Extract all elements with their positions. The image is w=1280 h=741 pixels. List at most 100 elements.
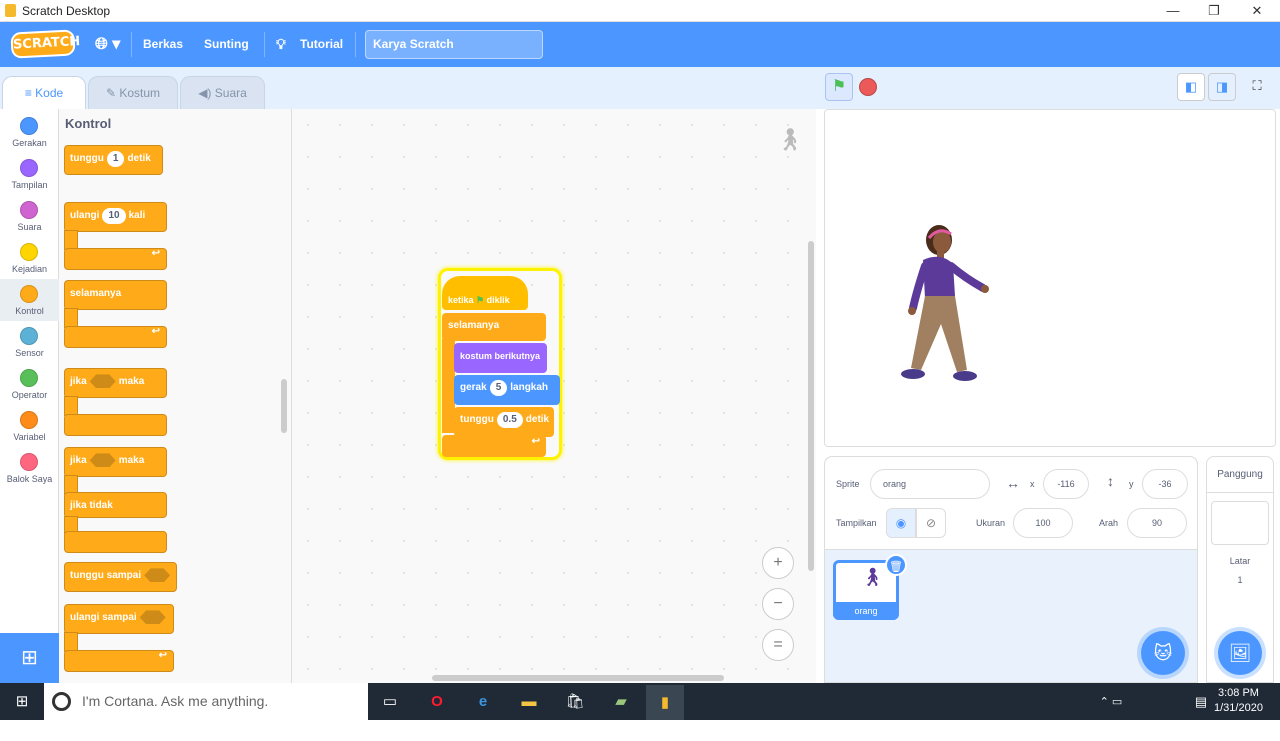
windows-taskbar: ⊞ I'm Cortana. Ask me anything. ▭ O e ▬ … <box>0 683 1280 734</box>
cortana-search-box[interactable]: I'm Cortana. Ask me anything. <box>44 683 368 720</box>
block-repeat[interactable]: ulangi 10 kali ↩ <box>64 202 167 272</box>
next-costume-block[interactable]: kostum berikutnya <box>454 343 547 373</box>
menu-edit[interactable]: Sunting <box>204 22 249 67</box>
opera-icon[interactable]: O <box>424 689 450 715</box>
sprite-name-input[interactable]: orang <box>870 469 990 499</box>
system-tray-icons[interactable]: ⌃ ▭ 🔈︎ ◔ <box>1098 689 1124 734</box>
tab-sounds[interactable]: ◀) Suara <box>180 76 265 110</box>
small-stage-button[interactable]: ◧ <box>1177 73 1205 101</box>
sprite-thumbnail-name: orang <box>833 602 899 620</box>
green-flag-button[interactable]: ⚑ <box>825 73 853 101</box>
add-extension-button[interactable]: ⊞ <box>0 633 59 683</box>
size-input[interactable]: 100 <box>1013 508 1073 538</box>
menu-tutorial[interactable]: Tutorial <box>300 22 343 67</box>
windows-start-icon[interactable]: ⊞ <box>9 689 35 715</box>
category-sensing[interactable]: Sensor <box>0 321 59 363</box>
category-my-blocks[interactable]: Balok Saya <box>0 447 59 489</box>
menu-file[interactable]: Berkas <box>143 22 183 67</box>
delete-sprite-button[interactable]: 🗑︎ <box>885 554 907 576</box>
condition-slot[interactable] <box>89 374 116 389</box>
category-dot <box>20 117 38 135</box>
scratch-logo[interactable]: SCRATCH <box>10 29 81 59</box>
zoom-reset-button[interactable]: = <box>762 629 794 661</box>
condition-slot[interactable] <box>89 453 116 468</box>
category-dot <box>20 159 38 177</box>
block-repeat-until[interactable]: ulangi sampai ↩ <box>64 604 174 674</box>
sprite-thumb-icon: 🚶︎ <box>861 567 884 587</box>
divider <box>264 32 265 57</box>
divider <box>131 32 132 57</box>
condition-slot[interactable] <box>144 568 171 583</box>
forever-block[interactable]: selamanya <box>442 313 546 341</box>
block-if-then[interactable]: jika maka <box>64 368 167 438</box>
lightbulb-icon[interactable]: 💡︎ <box>276 22 286 67</box>
y-input[interactable]: -36 <box>1142 469 1188 499</box>
sprite-character[interactable] <box>895 220 995 400</box>
category-sound[interactable]: Suara <box>0 195 59 237</box>
category-operators[interactable]: Operator <box>0 363 59 405</box>
action-center-icon[interactable]: ▤ <box>1188 689 1214 715</box>
x-input[interactable]: -116 <box>1043 469 1089 499</box>
condition-slot[interactable] <box>139 610 166 625</box>
repeat-until-top: ulangi sampai <box>64 604 174 634</box>
task-view-icon[interactable]: ▭ <box>377 689 403 715</box>
repeat-top: ulangi 10 kali <box>64 202 167 232</box>
block-wait-until[interactable]: tunggu sampai <box>64 562 177 592</box>
image-icon: 🖼︎ <box>1228 643 1252 663</box>
scratch-taskbar-icon[interactable]: ▮ <box>646 685 684 720</box>
globe-icon[interactable]: 🌐︎ ▾ <box>95 22 120 67</box>
store-icon[interactable]: 🛍︎ <box>562 689 588 715</box>
wait-value-input[interactable]: 1 <box>106 151 125 167</box>
stage-canvas[interactable] <box>824 109 1276 447</box>
tab-costumes[interactable]: ✎ Kostum <box>88 76 178 110</box>
tab-code[interactable]: ≡ Kode <box>2 76 86 111</box>
app-icon-green[interactable]: ▰ <box>608 689 634 715</box>
large-stage-button[interactable]: ◨ <box>1208 73 1236 101</box>
add-sprite-button[interactable]: 🐱︎ <box>1141 631 1185 675</box>
direction-input[interactable]: 90 <box>1127 508 1187 538</box>
if-arm <box>64 396 78 416</box>
close-button[interactable]: ✕ <box>1234 0 1280 22</box>
workspace-vscrollbar[interactable] <box>808 241 814 571</box>
divider <box>355 32 356 57</box>
cortana-icon <box>52 692 71 711</box>
fullscreen-button[interactable]: ⛶ <box>1243 73 1271 101</box>
zoom-out-button[interactable]: − <box>762 588 794 620</box>
taskbar-clock[interactable]: 3:08 PM 1/31/2020 <box>1214 686 1263 716</box>
minimize-button[interactable]: — <box>1150 0 1196 22</box>
eye-slash-icon: ⊘ <box>925 516 937 530</box>
when-flag-clicked-block[interactable]: ketika ⚑ diklik <box>442 276 528 310</box>
forever-top: selamanya <box>64 280 167 310</box>
category-looks[interactable]: Tampilan <box>0 153 59 195</box>
block-wait[interactable]: tunggu 1 detik <box>64 145 163 175</box>
file-explorer-icon[interactable]: ▬ <box>516 689 542 715</box>
forever-bottom: ↩ <box>64 326 167 348</box>
move-steps-block[interactable]: gerak 5 langkah <box>454 375 560 405</box>
category-events[interactable]: Kejadian <box>0 237 59 279</box>
project-title-input[interactable]: Karya Scratch <box>365 30 543 59</box>
workspace-hscrollbar[interactable] <box>432 675 724 681</box>
edge-icon[interactable]: e <box>470 689 496 715</box>
block-forever[interactable]: selamanya ↩ <box>64 280 167 348</box>
block-if-else[interactable]: jika maka jika tidak <box>64 447 167 553</box>
stop-button[interactable] <box>859 78 877 96</box>
category-control[interactable]: Kontrol <box>0 279 59 321</box>
green-flag-icon: ⚑ <box>476 295 485 305</box>
maximize-button[interactable]: ❐ <box>1191 0 1237 22</box>
category-variables[interactable]: Variabel <box>0 405 59 447</box>
palette-scrollbar[interactable] <box>281 379 287 433</box>
stage-selector[interactable]: Panggung Latar 1 🖼︎ <box>1206 456 1274 683</box>
script-stack[interactable]: ketika ⚑ diklik selamanya kostum berikut… <box>438 268 562 460</box>
category-motion[interactable]: Gerakan <box>0 111 59 153</box>
repeat-bottom: ↩ <box>64 248 167 270</box>
add-backdrop-button[interactable]: 🖼︎ <box>1218 631 1262 675</box>
stage-thumbnail[interactable] <box>1211 501 1269 545</box>
repeat-value-input[interactable]: 10 <box>102 208 126 224</box>
zoom-in-button[interactable]: + <box>762 547 794 579</box>
x-arrows-icon: ↔ <box>1006 475 1020 491</box>
hide-sprite-button[interactable]: ⊘ <box>916 508 946 538</box>
show-sprite-button[interactable]: ◉ <box>886 508 916 538</box>
wait-seconds-input[interactable]: 0.5 <box>496 412 523 428</box>
move-steps-input[interactable]: 5 <box>489 380 508 396</box>
stage-title: Panggung <box>1207 457 1273 493</box>
